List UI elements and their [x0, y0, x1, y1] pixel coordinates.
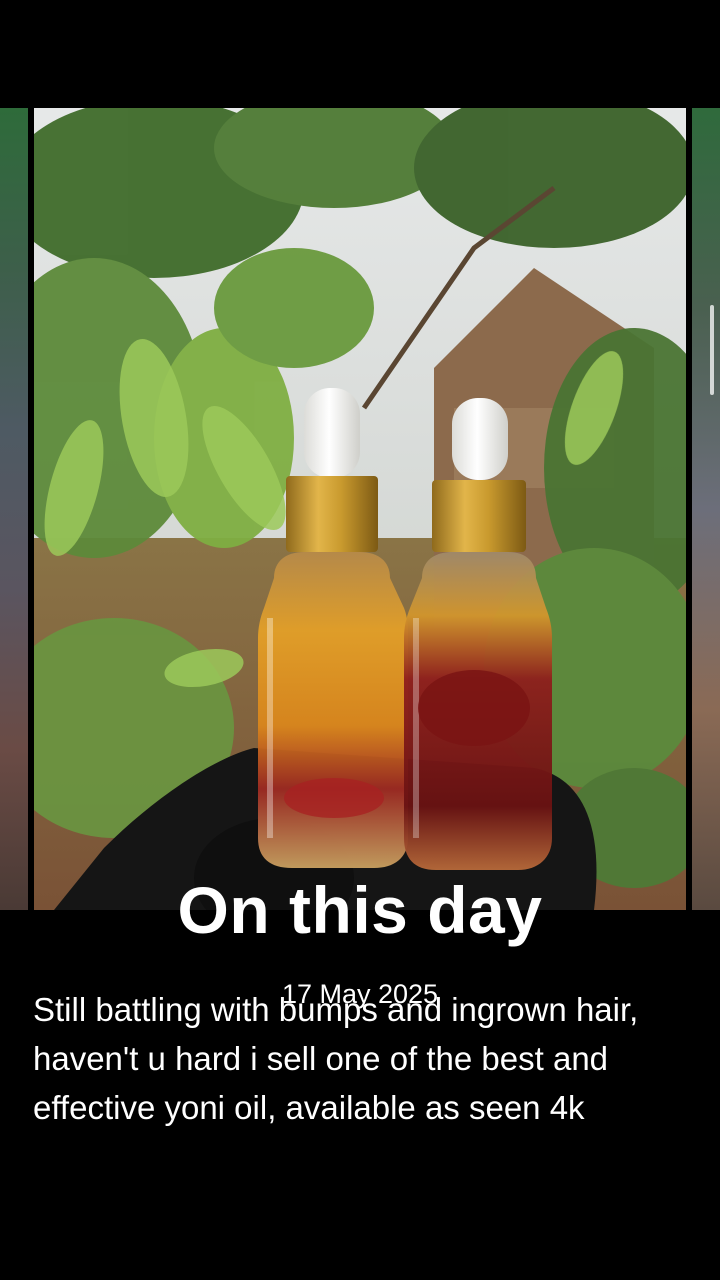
memory-title: On this day [177, 873, 543, 947]
next-photo-edge[interactable] [692, 108, 720, 910]
memory-viewer: On this day 17 May 2025 Still battling w… [0, 0, 720, 1280]
memory-photo[interactable] [34, 108, 686, 910]
memory-caption: Still battling with bumps and ingrown ha… [33, 991, 639, 1126]
scroll-indicator [710, 305, 714, 395]
product-photo-illustration [34, 108, 686, 910]
previous-photo-edge[interactable] [0, 108, 28, 910]
